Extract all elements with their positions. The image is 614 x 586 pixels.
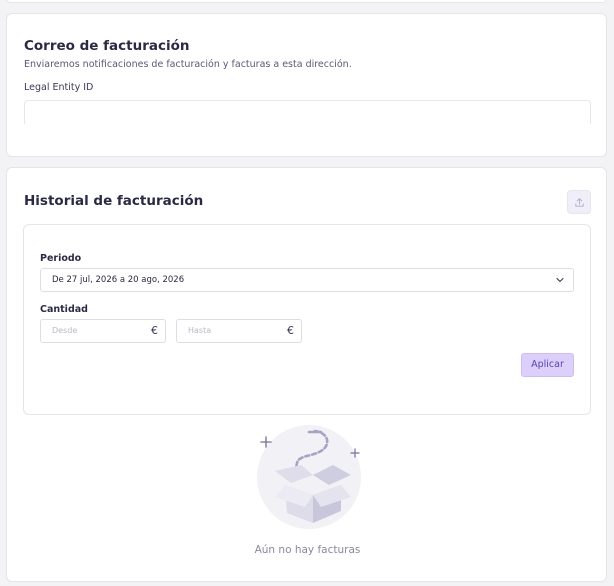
amount-label: Cantidad	[40, 304, 88, 315]
billing-email-title: Correo de facturación	[24, 38, 190, 54]
period-label: Periodo	[40, 253, 82, 264]
euro-icon: €	[151, 324, 158, 337]
amount-to-input[interactable]: Hasta €	[176, 319, 302, 343]
billing-history-card: Historial de facturación Periodo De 27 j…	[6, 167, 607, 582]
empty-box-icon	[257, 425, 361, 529]
export-button[interactable]	[567, 190, 591, 214]
upload-icon	[574, 197, 584, 207]
legal-entity-label: Legal Entity ID	[24, 82, 94, 93]
chevron-down-icon	[556, 277, 564, 283]
filter-panel: Periodo De 27 jul, 2026 a 20 ago, 2026 C…	[23, 224, 591, 415]
billing-email-card: Correo de facturación Enviaremos notific…	[6, 13, 607, 157]
amount-to-placeholder: Hasta	[188, 326, 212, 335]
amount-from-input[interactable]: Desde €	[40, 319, 166, 343]
legal-entity-input[interactable]	[24, 100, 591, 124]
billing-page: Correo de facturación Enviaremos notific…	[0, 0, 614, 586]
previous-card	[6, 0, 607, 3]
amount-from-placeholder: Desde	[52, 326, 78, 335]
euro-icon: €	[287, 324, 294, 337]
empty-state-message: Aún no hay facturas	[254, 544, 361, 556]
period-select-value: De 27 jul, 2026 a 20 ago, 2026	[52, 275, 185, 285]
period-select[interactable]: De 27 jul, 2026 a 20 ago, 2026	[40, 268, 574, 292]
billing-email-description: Enviaremos notificaciones de facturación…	[24, 59, 352, 70]
apply-button[interactable]: Aplicar	[521, 353, 574, 377]
billing-history-title: Historial de facturación	[24, 193, 204, 209]
